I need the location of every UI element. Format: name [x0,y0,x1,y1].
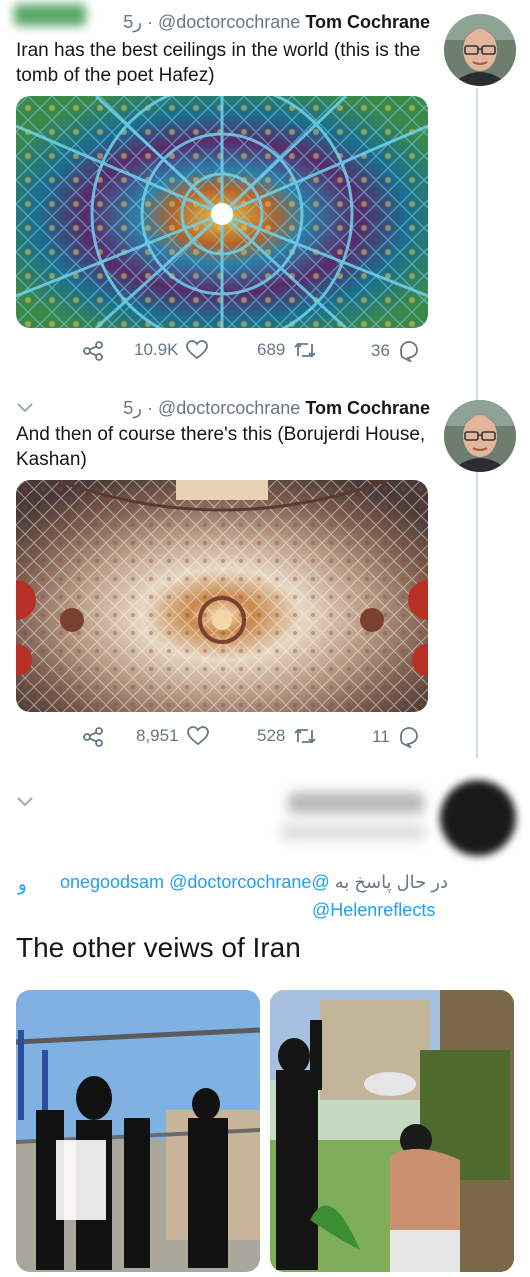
retweet-action[interactable]: 689 [257,340,317,360]
tweet-text: Iran has the best ceilings in the world … [16,40,421,86]
like-count: 10.9K [134,340,179,359]
retweet-icon [294,728,317,744]
replying-to-prefix: در حال پاسخ به [334,872,448,892]
blurred-handle [280,824,426,840]
like-count: 8,951 [136,726,179,745]
tweet-time: 5ر [123,398,142,418]
share-icon [83,341,103,361]
chevron-down-icon[interactable] [16,796,34,808]
tweet-header: 5ر · @doctorcochrane Tom Cochrane [123,398,430,418]
tweet-2[interactable]: 5ر · @doctorcochrane Tom Cochrane And th… [0,380,530,770]
blurred-user-tag [14,4,86,26]
replying-to-mention[interactable]: @Helenreflects [312,900,435,921]
avatar-blurred[interactable] [440,780,516,856]
tweet-actions: 10.9K 689 36 [82,340,432,370]
like-action[interactable]: 8,951 [136,726,209,746]
avatar[interactable] [444,14,516,86]
tweet-text: And then of course there's this (Borujer… [16,424,426,470]
like-action[interactable]: 10.9K [134,340,209,360]
replying-to-mention[interactable]: @doctorcochrane [169,872,311,892]
retweet-count: 689 [257,340,286,359]
share-icon [83,727,103,747]
share-action[interactable] [82,726,104,748]
tweet-time: 5ر [123,12,142,32]
reply-count: 36 [371,341,390,360]
tweet-actions: 8,951 528 11 [82,726,432,756]
tweet-image-hafez-ceiling[interactable] [16,96,428,328]
reply-icon [399,727,418,748]
retweet-action[interactable]: 528 [257,726,317,746]
tweet-handle[interactable]: @doctorcochrane [158,398,300,418]
share-action[interactable] [82,340,104,362]
reply-icon [400,341,418,362]
tweet-author-name[interactable]: Tom Cochrane [305,398,430,418]
heart-icon [186,726,209,746]
tweet-header: 5ر · @doctorcochrane Tom Cochrane [123,12,430,32]
reply-action[interactable]: 11 [372,726,420,748]
chevron-down-icon[interactable] [16,402,34,414]
heart-icon [186,340,209,360]
blurred-display-name [288,792,424,814]
reply-count: 11 [372,727,390,746]
replying-to-conjunction: و [18,874,27,894]
retweet-count: 528 [257,726,286,745]
retweet-icon [294,342,317,358]
tweet-author-name[interactable]: Tom Cochrane [305,12,430,32]
reply-image-2[interactable] [270,990,514,1272]
tweet-1[interactable]: 5ر · @doctorcochrane Tom Cochrane Iran h… [0,0,530,380]
reply-action[interactable]: 36 [371,340,420,362]
reply-tweet-text: The other veiws of Iran [16,932,301,963]
avatar[interactable] [444,400,516,472]
tweet-image-borujerdi-ceiling[interactable] [16,480,428,712]
tweet-handle[interactable]: @doctorcochrane [158,12,300,32]
replying-to-line: در حال پاسخ به @onegoodsam @doctorcochra… [60,872,448,893]
reply-image-1[interactable] [16,990,260,1272]
